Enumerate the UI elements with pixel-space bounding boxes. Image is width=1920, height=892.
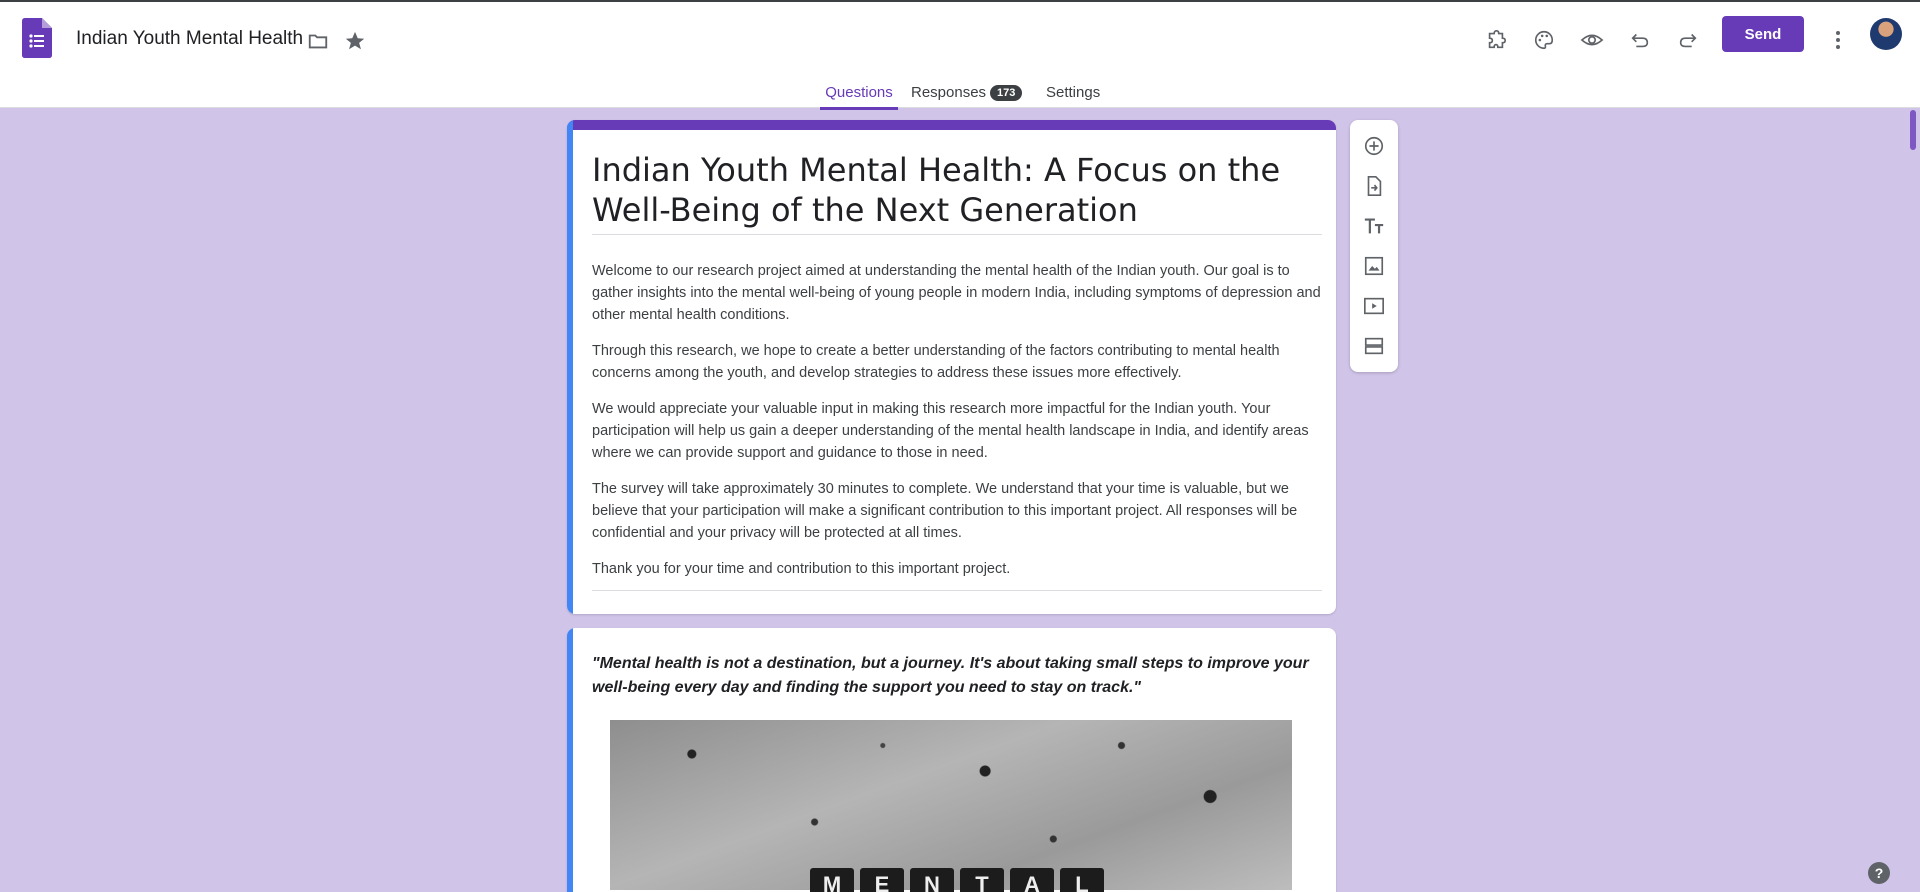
palette-icon[interactable] [1524, 20, 1564, 60]
description-paragraph: The survey will take approximately 30 mi… [592, 481, 1298, 541]
side-toolbar [1350, 120, 1398, 372]
add-section-icon[interactable] [1358, 330, 1390, 362]
send-button[interactable]: Send [1722, 16, 1804, 52]
folder-icon[interactable] [305, 28, 331, 54]
letter-tile: L [1060, 868, 1104, 892]
mental-health-image[interactable]: M E N T A L [610, 720, 1292, 892]
addons-icon[interactable] [1476, 20, 1516, 60]
letter-tile: N [910, 868, 954, 892]
card-focus-indicator [567, 628, 573, 892]
quote-image-card[interactable]: "Mental health is not a destination, but… [567, 628, 1336, 892]
form-description[interactable]: Welcome to our research project aimed at… [592, 260, 1322, 594]
page-scrollbar[interactable] [1906, 108, 1920, 892]
letter-tile: A [1010, 868, 1054, 892]
description-underline [592, 590, 1322, 591]
description-paragraph: Thank you for your time and contribution… [592, 561, 1011, 577]
star-icon[interactable] [342, 28, 368, 54]
tab-questions[interactable]: Questions [820, 84, 898, 110]
tab-settings[interactable]: Settings [1046, 84, 1100, 110]
scrollbar-thumb[interactable] [1910, 110, 1916, 150]
letter-tile: T [960, 868, 1004, 892]
description-paragraph: Welcome to our research project aimed at… [592, 263, 1321, 323]
redo-icon[interactable] [1668, 20, 1708, 60]
card-theme-bar [567, 120, 1336, 130]
description-paragraph: We would appreciate your valuable input … [592, 401, 1309, 461]
form-title[interactable]: Indian Youth Mental Health: A Focus on t… [592, 150, 1322, 235]
form-tabs: Questions Responses 173 Settings [0, 80, 1920, 110]
tab-responses-label: Responses [911, 84, 987, 101]
app-header: Indian Youth Mental Health Send Question… [0, 0, 1920, 110]
add-question-icon[interactable] [1358, 130, 1390, 162]
letter-tiles: M E N T A L [810, 868, 1104, 892]
import-questions-icon[interactable] [1358, 170, 1390, 202]
tab-responses[interactable]: Responses 173 [911, 84, 1023, 110]
letter-tile: M [810, 868, 854, 892]
add-title-icon[interactable] [1358, 210, 1390, 242]
letter-tile: E [860, 868, 904, 892]
help-button[interactable]: ? [1868, 862, 1890, 884]
preview-icon[interactable] [1572, 20, 1612, 60]
forms-logo-icon[interactable] [22, 18, 52, 58]
quote-text[interactable]: "Mental health is not a destination, but… [592, 652, 1322, 700]
document-title[interactable]: Indian Youth Mental Health [76, 28, 303, 50]
card-focus-indicator [567, 120, 573, 614]
responses-count-badge: 173 [990, 85, 1023, 101]
more-vert-icon[interactable] [1818, 20, 1858, 60]
avatar[interactable] [1870, 18, 1902, 50]
description-paragraph: Through this research, we hope to create… [592, 343, 1280, 381]
undo-icon[interactable] [1620, 20, 1660, 60]
add-image-icon[interactable] [1358, 250, 1390, 282]
form-header-card[interactable]: Indian Youth Mental Health: A Focus on t… [567, 120, 1336, 614]
add-video-icon[interactable] [1358, 290, 1390, 322]
